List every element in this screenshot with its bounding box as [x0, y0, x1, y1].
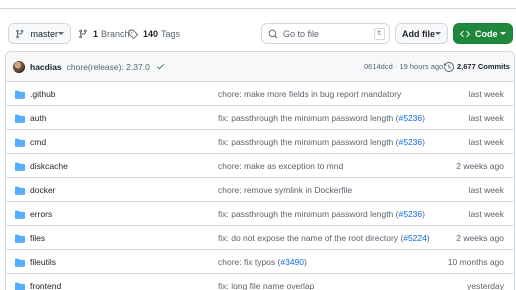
commit-message-text[interactable]: fix: passthrough the minimum password le…	[218, 209, 398, 219]
chevron-down-icon	[435, 32, 441, 35]
commit-message-text[interactable]: fix: do not expose the name of the root …	[218, 233, 403, 243]
file-row[interactable]: files fix: do not expose the name of the …	[6, 226, 514, 250]
file-row[interactable]: diskcache chore: make as exception to mnd…	[6, 154, 514, 178]
add-file-label: Add file	[402, 28, 435, 39]
branches-count: 1	[93, 28, 99, 39]
last-commit-date: last week	[468, 137, 504, 147]
last-commit-message: chore: fix typos (#3490)	[218, 257, 307, 267]
chevron-down-icon	[58, 32, 64, 35]
git-branch-icon	[79, 29, 87, 38]
last-commit-date: 2 weeks ago	[456, 233, 504, 243]
folder-icon	[15, 90, 25, 101]
commit-hash-time[interactable]: 0614dcd · 19 hours ago	[364, 62, 443, 71]
file-name-link[interactable]: auth	[30, 113, 47, 123]
commit-message-suffix: )	[304, 257, 307, 267]
pull-request-link[interactable]: #5236	[398, 137, 422, 147]
last-commit-message: chore: make as exception to mnd	[218, 161, 343, 171]
commit-author[interactable]: hacdias	[30, 62, 62, 72]
avatar[interactable]	[13, 60, 25, 73]
commits-count: 2,677 Commits	[457, 62, 510, 71]
pull-request-link[interactable]: #3490	[280, 257, 304, 267]
folder-icon	[15, 162, 25, 173]
folder-icon	[15, 234, 25, 245]
folder-icon	[15, 114, 25, 125]
last-commit-date: yesterday	[467, 281, 504, 290]
file-row[interactable]: cmd fix: passthrough the minimum password…	[6, 130, 514, 154]
file-name-link[interactable]: files	[30, 233, 45, 243]
commit-message-text[interactable]: fix: long file name overlap	[218, 281, 314, 290]
folder-icon	[15, 186, 25, 197]
add-file-button[interactable]: Add file	[395, 23, 448, 44]
last-commit-date: last week	[468, 209, 504, 219]
file-name-link[interactable]: frontend	[30, 281, 61, 290]
file-name-link[interactable]: fileutils	[30, 257, 56, 267]
commit-message-text[interactable]: fix: passthrough the minimum password le…	[218, 137, 398, 147]
tags-count: 140	[143, 28, 159, 39]
commits-history-link[interactable]: 2,677 Commits	[444, 61, 510, 72]
folder-icon	[15, 138, 25, 149]
folder-icon	[15, 210, 25, 221]
commit-message-text[interactable]: chore: fix typos (	[218, 257, 280, 267]
last-commit-date: last week	[468, 113, 504, 123]
branch-name: master	[30, 28, 58, 39]
last-commit-date: 10 months ago	[447, 257, 504, 267]
file-name-link[interactable]: cmd	[30, 137, 46, 147]
file-row[interactable]: auth fix: passthrough the minimum passwor…	[6, 106, 514, 130]
last-commit-date: 2 weeks ago	[456, 161, 504, 171]
last-commit-date: last week	[468, 185, 504, 195]
commit-message-suffix: )	[422, 113, 425, 123]
branches-link[interactable]: 1 Branch	[78, 23, 130, 44]
history-icon	[444, 61, 454, 72]
branch-selector-button[interactable]: master	[8, 23, 71, 44]
last-commit-message: chore: remove symlink in Dockerfile	[218, 185, 352, 195]
file-name-link[interactable]: diskcache	[30, 161, 68, 171]
tag-icon	[128, 29, 138, 39]
commit-message-text[interactable]: chore: remove symlink in Dockerfile	[218, 185, 352, 195]
file-name-link[interactable]: errors	[30, 209, 52, 219]
commit-message-suffix: )	[422, 209, 425, 219]
tags-link[interactable]: 140 Tags	[128, 23, 180, 44]
commit-message-suffix: )	[422, 137, 425, 147]
keyboard-shortcut-hint: t	[374, 27, 385, 40]
file-row[interactable]: docker chore: remove symlink in Dockerfil…	[6, 178, 514, 202]
folder-icon	[15, 258, 25, 269]
search-icon	[268, 29, 278, 38]
pull-request-link[interactable]: #5236	[398, 209, 422, 219]
file-row[interactable]: .github chore: make more fields in bug re…	[6, 82, 514, 106]
last-commit-date: last week	[468, 89, 504, 99]
file-row[interactable]: frontend fix: long file name overlap yeste…	[6, 274, 514, 290]
folder-icon	[15, 282, 25, 290]
last-commit-message: fix: passthrough the minimum password le…	[218, 137, 425, 147]
code-label: Code	[475, 28, 498, 39]
last-commit-message: fix: passthrough the minimum password le…	[218, 209, 425, 219]
file-name-link[interactable]: docker	[30, 185, 56, 195]
commit-message-text[interactable]: chore: make as exception to mnd	[218, 161, 343, 171]
code-button[interactable]: Code	[453, 23, 513, 44]
latest-commit-bar: hacdias chore(release): 2.37.0 0614dcd ·…	[6, 52, 514, 82]
code-icon	[460, 30, 470, 37]
commit-message-text[interactable]: chore: make more fields in bug report ma…	[218, 89, 401, 99]
search-input[interactable]	[283, 28, 363, 39]
commit-message[interactable]: chore(release): 2.37.0	[67, 62, 150, 72]
check-icon[interactable]	[156, 62, 165, 71]
file-row[interactable]: fileutils chore: fix typos (#3490) 10 mont…	[6, 250, 514, 274]
file-browser: hacdias chore(release): 2.37.0 0614dcd ·…	[5, 51, 515, 290]
last-commit-message: fix: do not expose the name of the root …	[218, 233, 430, 243]
chevron-down-icon	[500, 32, 506, 35]
header-divider	[0, 8, 516, 9]
pull-request-link[interactable]: #5236	[398, 113, 422, 123]
tags-label: Tags	[161, 28, 181, 39]
pull-request-link[interactable]: #5224	[403, 233, 427, 243]
file-name-link[interactable]: .github	[30, 89, 56, 99]
go-to-file-search[interactable]: t	[261, 23, 390, 44]
last-commit-message: fix: passthrough the minimum password le…	[218, 113, 425, 123]
last-commit-message: chore: make more fields in bug report ma…	[218, 89, 401, 99]
file-list: .github chore: make more fields in bug re…	[6, 82, 514, 290]
commit-message-text[interactable]: fix: passthrough the minimum password le…	[218, 113, 398, 123]
branches-label: Branch	[101, 28, 130, 39]
commit-message-suffix: )	[426, 233, 430, 243]
file-row[interactable]: errors fix: passthrough the minimum passw…	[6, 202, 514, 226]
git-branch-icon	[16, 29, 24, 38]
last-commit-message: fix: long file name overlap	[218, 281, 314, 290]
